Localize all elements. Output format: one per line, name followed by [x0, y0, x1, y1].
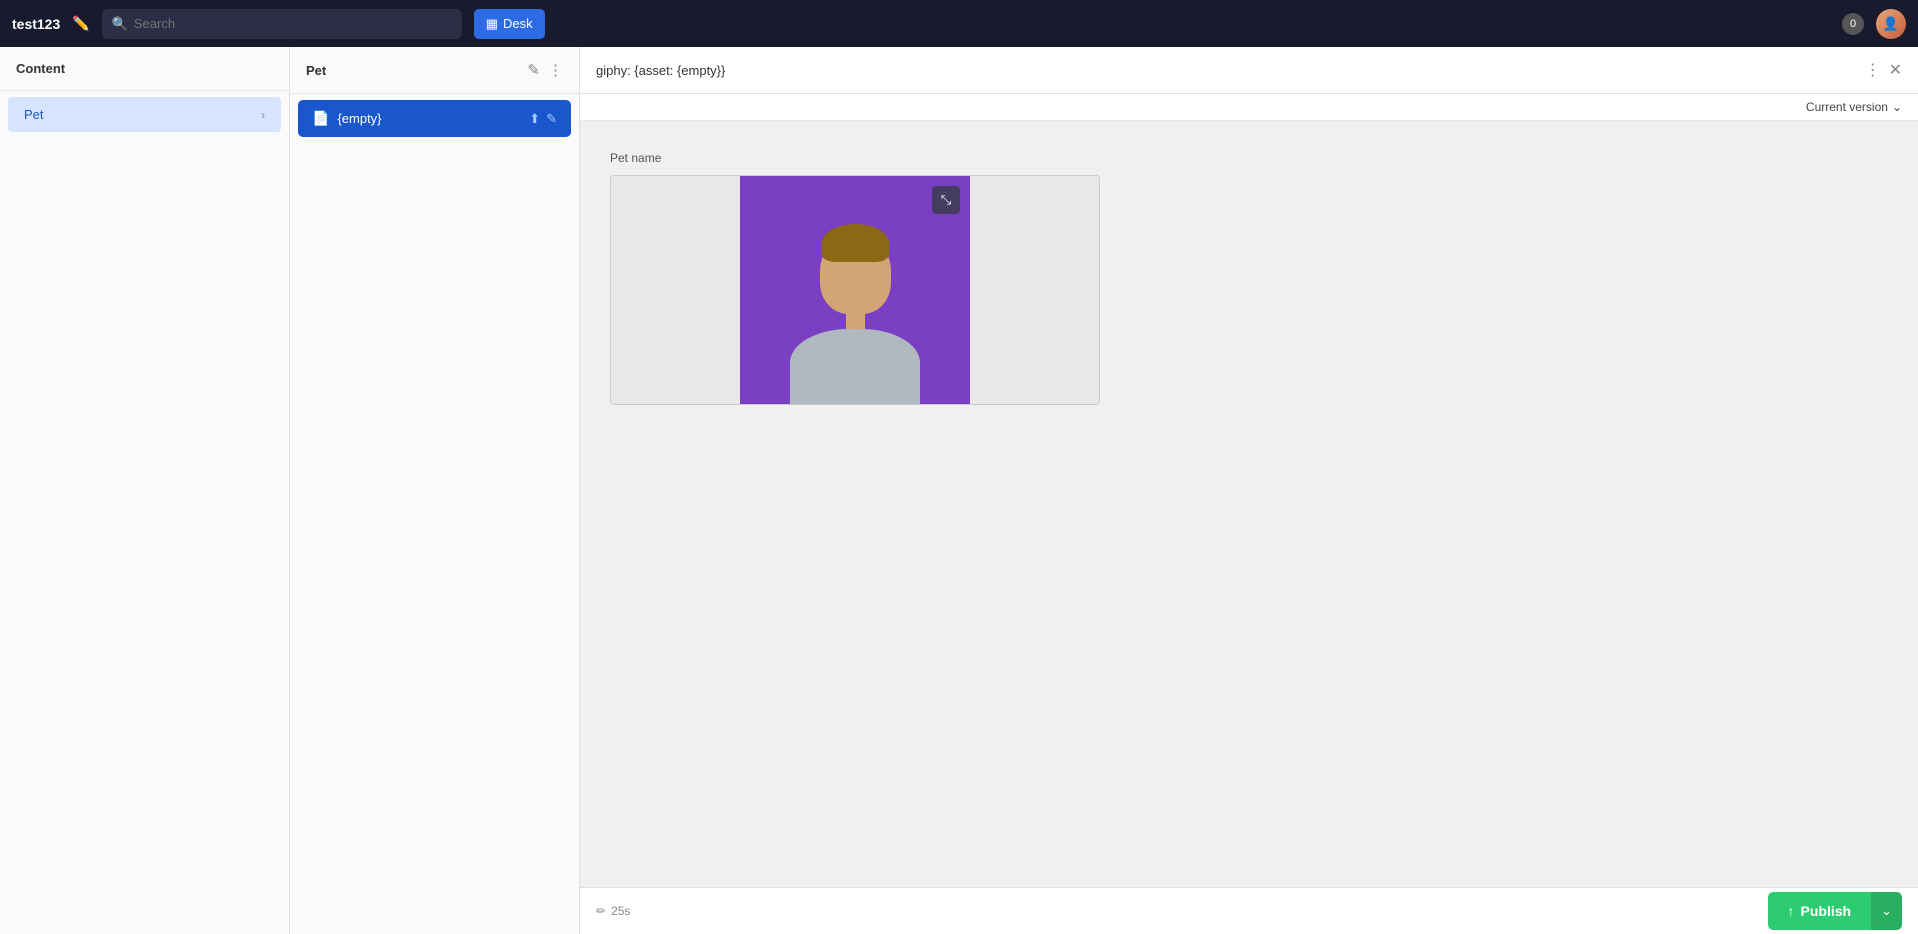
person-hair	[822, 224, 889, 262]
notification-badge[interactable]: 0	[1842, 13, 1864, 35]
pet-entry-doc-icon: 📄	[312, 110, 329, 127]
publish-button[interactable]: ↑ Publish	[1768, 892, 1872, 930]
bottom-bar: ✏ 25s ↑ Publish ⌄	[580, 887, 1918, 934]
version-chevron-icon: ⌄	[1892, 100, 1902, 114]
pet-header-title: Pet	[306, 63, 519, 78]
person-head-wrapper	[818, 224, 893, 314]
sidebar-content: Content Pet ›	[0, 47, 290, 934]
desk-icon: ▦	[486, 16, 498, 32]
main-content: giphy: {asset: {empty}} ⋮ ✕ Current vers…	[580, 47, 1918, 934]
pet-more-button[interactable]: ⋮	[548, 61, 563, 79]
pet-header: Pet ✎ ⋮	[290, 47, 579, 94]
sidebar-item-pet[interactable]: Pet ›	[8, 97, 281, 132]
pet-entry-actions: ⬆ ✎	[529, 111, 557, 127]
main-layout: Content Pet › Pet ✎ ⋮ 📄 {empty} ⬆ ✎ giph…	[0, 47, 1918, 934]
top-nav: test123 ✏️ 🔍 ▦ Desk 0 👤	[0, 0, 1918, 47]
search-icon: 🔍	[112, 16, 128, 32]
image-resize-button[interactable]: ⤡	[932, 186, 960, 214]
sidebar-item-pet-label: Pet	[24, 107, 261, 122]
save-indicator: ✏ 25s	[596, 904, 630, 918]
desk-label: Desk	[503, 16, 533, 31]
pet-entry-label: {empty}	[337, 111, 521, 126]
resize-icon: ⤡	[941, 192, 951, 208]
version-bar: Current version ⌄	[580, 94, 1918, 121]
sidebar-pet: Pet ✎ ⋮ 📄 {empty} ⬆ ✎	[290, 47, 580, 934]
image-container: ⤡	[610, 175, 1100, 405]
pencil-icon: ✏	[596, 904, 606, 918]
person-body	[790, 329, 920, 404]
content-close-button[interactable]: ✕	[1889, 60, 1902, 80]
image-right-zone	[970, 176, 1099, 404]
pet-entry-empty[interactable]: 📄 {empty} ⬆ ✎	[298, 100, 571, 137]
search-input[interactable]	[134, 16, 452, 31]
person-neck	[846, 309, 865, 329]
search-bar: 🔍	[102, 9, 462, 39]
content-more-button[interactable]: ⋮	[1865, 60, 1881, 80]
field-label-pet-name: Pet name	[610, 151, 661, 165]
publish-dropdown-chevron-icon: ⌄	[1881, 903, 1892, 919]
content-topbar: giphy: {asset: {empty}} ⋮ ✕	[580, 47, 1918, 94]
publish-group: ↑ Publish ⌄	[1768, 892, 1902, 930]
edit-title-button[interactable]: ✏️	[72, 15, 89, 32]
content-title: giphy: {asset: {empty}}	[596, 63, 1857, 78]
version-select-button[interactable]: Current version ⌄	[1806, 100, 1902, 114]
publish-label: Publish	[1801, 903, 1852, 919]
publish-icon: ↑	[1788, 903, 1795, 919]
pet-entry-edit-button[interactable]: ✎	[546, 111, 557, 127]
image-center-zone: ⤡	[740, 176, 970, 404]
save-time: 25s	[611, 904, 630, 918]
sidebar-item-chevron-icon: ›	[261, 108, 265, 122]
image-left-zone	[611, 176, 740, 404]
content-topbar-actions: ⋮ ✕	[1865, 60, 1902, 80]
publish-dropdown-button[interactable]: ⌄	[1871, 892, 1902, 930]
pet-entry-pin-button[interactable]: ⬆	[529, 111, 540, 127]
app-title: test123	[12, 16, 60, 32]
editor-area: Pet name	[580, 121, 1918, 887]
pet-edit-button[interactable]: ✎	[527, 61, 540, 79]
person-figure	[790, 224, 920, 404]
avatar[interactable]: 👤	[1876, 9, 1906, 39]
desk-button[interactable]: ▦ Desk	[474, 9, 545, 39]
content-sidebar-header: Content	[0, 47, 289, 91]
version-label: Current version	[1806, 100, 1888, 114]
